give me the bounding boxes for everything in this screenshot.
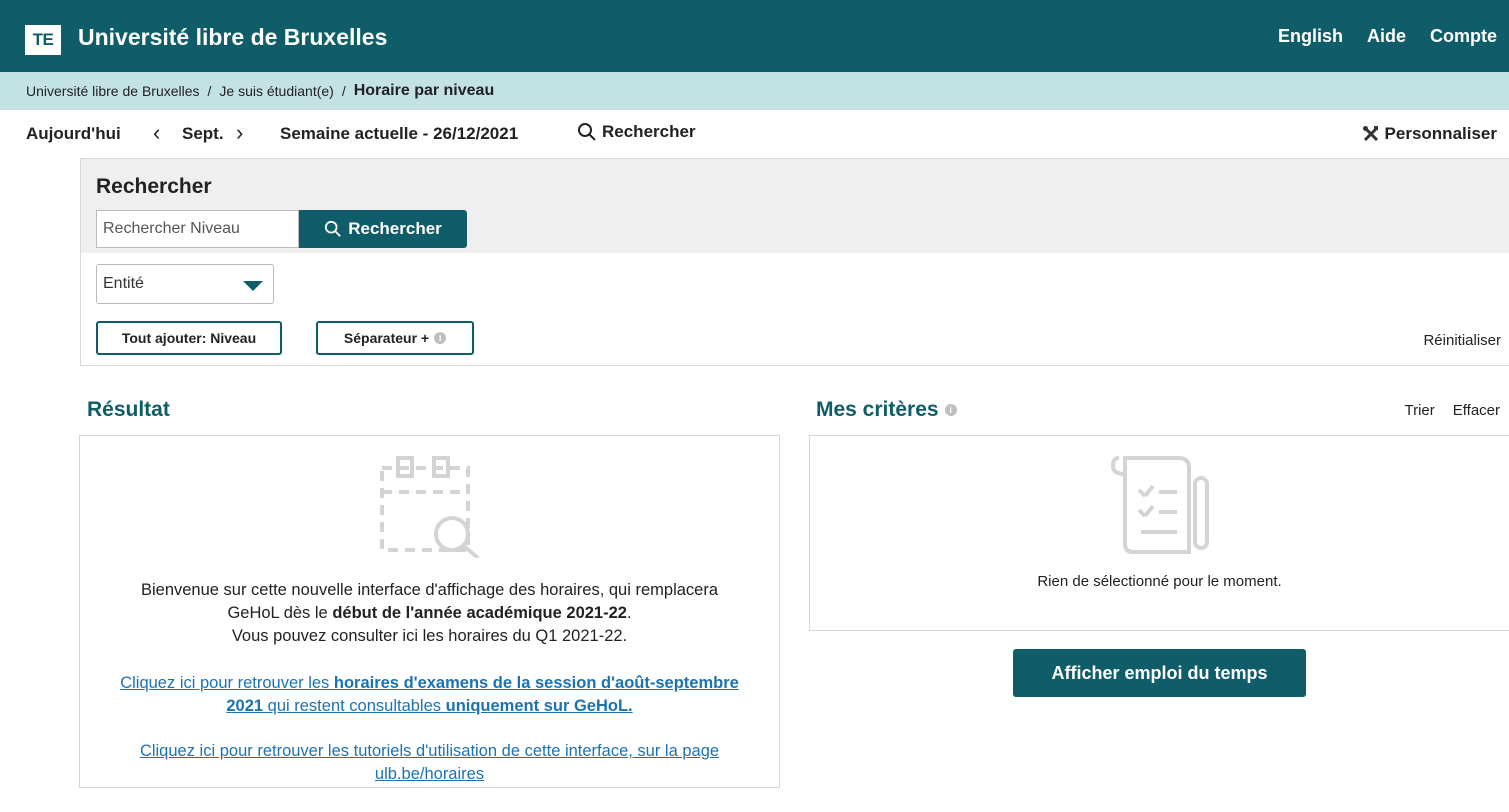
tutorials-link[interactable]: Cliquez ici pour retrouver les tutoriels… (80, 740, 779, 786)
search-submit-label: Rechercher (348, 219, 442, 238)
criteria-panel: Rien de sélectionné pour le moment. (809, 435, 1509, 631)
welcome-line-1: Bienvenue sur cette nouvelle interface d… (140, 581, 719, 599)
language-link[interactable]: English (1278, 26, 1343, 47)
previous-week-button[interactable]: ‹ (153, 120, 160, 146)
today-button[interactable]: Aujourd'hui (26, 124, 121, 144)
welcome-line-2: GeHoL dès le début de l'année académique… (80, 602, 779, 625)
breadcrumb-current: Horaire par niveau (353, 82, 495, 99)
search-panel: Rechercher Rechercher Entité Tout ajoute… (80, 158, 1509, 366)
level-search-input[interactable] (96, 210, 299, 248)
entity-select[interactable]: Entité (96, 264, 274, 304)
checklist-pen-icon (1110, 456, 1209, 554)
result-panel: Bienvenue sur cette nouvelle interface d… (79, 435, 780, 788)
tutorials-link-line-1[interactable]: Cliquez ici pour retrouver les tutoriels… (80, 740, 779, 763)
exam-schedule-link-line-2[interactable]: 2021 qui restent consultables uniquement… (80, 695, 779, 718)
exam-link-mid[interactable]: qui restent consultables (263, 697, 446, 715)
criteria-title: Mes critères i (816, 398, 957, 422)
calendar-toolbar: Aujourd'hui ‹ Sept. › Semaine actuelle -… (0, 110, 1509, 158)
entity-select-value: Entité (103, 275, 144, 292)
app-logo[interactable]: TE (25, 25, 61, 55)
separator-button[interactable]: Séparateur + i (316, 321, 474, 355)
account-link[interactable]: Compte (1430, 26, 1497, 47)
info-icon[interactable]: i (434, 332, 447, 344)
search-submit-button[interactable]: Rechercher (299, 210, 467, 248)
current-week-label[interactable]: Semaine actuelle - 26/12/2021 (280, 124, 518, 144)
month-label[interactable]: Sept. (182, 124, 224, 144)
welcome-line-2-bold: début de l'année académique 2021-22 (332, 604, 627, 622)
app-title[interactable]: Université libre de Bruxelles (78, 24, 387, 51)
clear-link[interactable]: Effacer (1453, 402, 1500, 419)
breadcrumb-item-student[interactable]: Je suis étudiant(e) (219, 83, 333, 99)
breadcrumb-separator: / (341, 83, 346, 99)
toolbar-search-label: Rechercher (602, 122, 696, 141)
breadcrumb-separator: / (207, 83, 212, 99)
separator-button-label: Séparateur + (343, 330, 430, 346)
customize-button[interactable]: Personnaliser (1362, 124, 1497, 144)
sort-link[interactable]: Trier (1404, 402, 1434, 419)
reset-link[interactable]: Réinitialiser (1423, 332, 1501, 349)
caret-down-icon (243, 281, 263, 291)
show-timetable-button[interactable]: Afficher emploi du temps (1013, 649, 1306, 697)
result-title: Résultat (87, 398, 170, 421)
exam-schedule-link[interactable]: Cliquez ici pour retrouver les horaires … (80, 672, 779, 718)
toolbar-search-button[interactable]: Rechercher (577, 122, 696, 142)
top-bar: TE Université libre de Bruxelles English… (0, 0, 1509, 72)
criteria-title-label: Mes critères (816, 398, 939, 421)
exam-link-bold[interactable]: horaires d'examens de la session d'août-… (334, 674, 739, 692)
exam-link-gehol[interactable]: uniquement sur GeHoL. (446, 697, 633, 715)
criteria-empty-message: Rien de sélectionné pour le moment. (1037, 573, 1282, 590)
calendar-search-icon (380, 456, 480, 558)
exam-schedule-link-line-1[interactable]: Cliquez ici pour retrouver les horaires … (80, 672, 779, 695)
search-icon (578, 123, 596, 141)
search-icon (325, 220, 342, 237)
welcome-line-2-text: GeHoL dès le (227, 604, 333, 622)
customize-label: Personnaliser (1384, 124, 1497, 143)
search-panel-title: Rechercher (96, 175, 212, 198)
tools-icon (1362, 126, 1378, 142)
add-all-level-button[interactable]: Tout ajouter: Niveau (96, 321, 282, 355)
welcome-line-2-end: . (626, 604, 632, 622)
top-links: English Aide Compte (1278, 26, 1497, 47)
info-icon[interactable]: i (944, 404, 957, 416)
tutorials-link-line-2[interactable]: ulb.be/horaires (80, 763, 779, 786)
exam-link-year[interactable]: 2021 (226, 697, 263, 715)
breadcrumb: Université libre de Bruxelles / Je suis … (0, 72, 1509, 110)
welcome-line-3: Vous pouvez consulter ici les horaires d… (231, 627, 628, 645)
criteria-actions: Trier Effacer (1404, 402, 1500, 419)
exam-link-text[interactable]: Cliquez ici pour retrouver les (120, 674, 334, 692)
breadcrumb-item-university[interactable]: Université libre de Bruxelles (26, 83, 200, 99)
next-week-button[interactable]: › (236, 120, 243, 146)
welcome-message: Bienvenue sur cette nouvelle interface d… (80, 579, 779, 648)
help-link[interactable]: Aide (1367, 26, 1406, 47)
